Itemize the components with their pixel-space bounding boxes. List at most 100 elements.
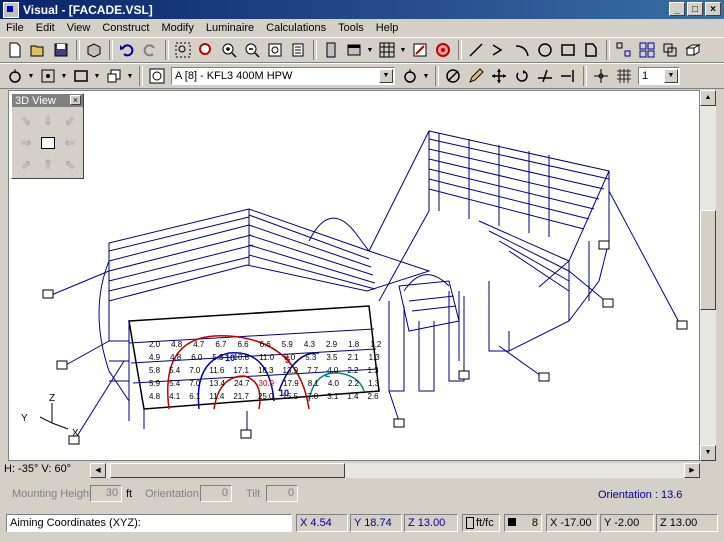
vertical-scrollbar[interactable]: ▲ ▼: [700, 90, 716, 461]
arrow-right-icon[interactable]: ⇒: [15, 132, 37, 154]
drawing-canvas[interactable]: 2.0 4.8 4.7 6.7 6.6 6.6 5.9 4.3 2.9 1.8 1.2 4.9 4.8…: [8, 90, 700, 461]
chevron-down-icon[interactable]: ▼: [399, 39, 407, 61]
pan-icon[interactable]: [287, 39, 309, 61]
menu-help[interactable]: Help: [370, 22, 405, 34]
units-field[interactable]: ft/fc: [462, 514, 500, 532]
chevron-down-icon[interactable]: ▼: [126, 65, 134, 87]
menu-file[interactable]: File: [0, 22, 30, 34]
menu-modify[interactable]: Modify: [155, 22, 199, 34]
snap-icon[interactable]: [590, 65, 612, 87]
calc-point-icon[interactable]: [37, 65, 59, 87]
open-folder-icon[interactable]: [27, 39, 49, 61]
save-icon[interactable]: [50, 39, 72, 61]
orientation-field[interactable]: 0: [200, 485, 232, 502]
chevron-down-icon[interactable]: ▼: [27, 65, 35, 87]
new-file-icon[interactable]: [4, 39, 26, 61]
no-aim-icon[interactable]: [442, 65, 464, 87]
mounting-bar: Mounting Height 30 ft Orientation 0 Tilt…: [0, 482, 724, 508]
elevation-view-icon[interactable]: [343, 39, 365, 61]
arrow-up-left-icon[interactable]: ⇘: [15, 110, 37, 132]
undo-icon[interactable]: [116, 39, 138, 61]
calc-value: 2.2: [347, 379, 360, 388]
scroll-right-button[interactable]: ▶: [684, 463, 700, 478]
facade-wireframe: [42, 130, 688, 445]
zoom-in-icon[interactable]: [218, 39, 240, 61]
object-icon[interactable]: [103, 65, 125, 87]
close-button[interactable]: ×: [705, 2, 721, 16]
render-icon[interactable]: [432, 39, 454, 61]
circle-icon[interactable]: [534, 39, 556, 61]
grid-icon[interactable]: [376, 39, 398, 61]
polyline-icon[interactable]: [488, 39, 510, 61]
chevron-down-icon[interactable]: ▼: [93, 65, 101, 87]
close-icon[interactable]: ×: [70, 95, 81, 105]
luminaire-select[interactable]: A [8] - KFL3 400M HPW ▼: [171, 67, 395, 85]
polygon-icon[interactable]: [580, 39, 602, 61]
extend-icon[interactable]: [557, 65, 579, 87]
layer-select[interactable]: 1 ▼: [638, 67, 680, 85]
zoom-window-icon[interactable]: [172, 39, 194, 61]
calc-value: 3.1: [327, 392, 339, 401]
move-icon[interactable]: [488, 65, 510, 87]
vertical-scroll-thumb[interactable]: [700, 210, 716, 310]
arrow-up-right-icon[interactable]: ⇗: [15, 154, 37, 176]
zoom-out-icon[interactable]: [241, 39, 263, 61]
trim-icon[interactable]: [534, 65, 556, 87]
minimize-button[interactable]: _: [669, 2, 685, 16]
line-icon[interactable]: [465, 39, 487, 61]
tilt-field[interactable]: 0: [266, 485, 298, 502]
calc-value: 1.3: [368, 379, 380, 388]
aim-luminaire-icon[interactable]: [399, 65, 421, 87]
arrow-down-icon[interactable]: ⇓: [37, 110, 59, 132]
extrude-icon[interactable]: [682, 39, 704, 61]
home-view-icon[interactable]: [37, 132, 59, 154]
rotate-icon[interactable]: [511, 65, 533, 87]
redo-icon[interactable]: [139, 39, 161, 61]
calc-grid-icon[interactable]: [409, 39, 431, 61]
chevron-down-icon[interactable]: ▼: [664, 69, 678, 83]
zoom-dynamic-icon[interactable]: [195, 39, 217, 61]
rectangle-icon[interactable]: [557, 39, 579, 61]
chevron-down-icon[interactable]: ▼: [379, 69, 393, 83]
luminaire-icon[interactable]: [4, 65, 26, 87]
plan-view-icon[interactable]: [320, 39, 342, 61]
chevron-down-icon[interactable]: ▼: [422, 65, 430, 87]
menu-luminaire[interactable]: Luminaire: [200, 22, 260, 34]
arrow-left-icon[interactable]: ⇐: [59, 132, 81, 154]
horizontal-scroll-thumb[interactable]: [110, 463, 345, 478]
calc-value: 10.8: [233, 353, 250, 362]
mounting-height-field[interactable]: 30: [90, 485, 122, 502]
zoom-extents-icon[interactable]: [264, 39, 286, 61]
calc-value: 4.8: [170, 353, 182, 362]
maximize-button[interactable]: □: [687, 2, 703, 16]
arrow-up-left-diag-icon[interactable]: ⇖: [59, 154, 81, 176]
menu-edit[interactable]: Edit: [30, 22, 61, 34]
luminaire-schedule-icon[interactable]: [146, 65, 168, 87]
chevron-down-icon[interactable]: ▼: [60, 65, 68, 87]
layer-field[interactable]: 8: [504, 514, 542, 532]
scroll-up-button[interactable]: ▲: [700, 90, 716, 106]
scroll-left-button[interactable]: ◀: [90, 463, 106, 478]
pattern-icon[interactable]: [636, 39, 658, 61]
array-icon[interactable]: [613, 39, 635, 61]
app-icon[interactable]: [3, 1, 19, 18]
calc-row: 2.0 4.8 4.7 6.7 6.6 6.6 5.9 4.3 2.9 1.8 1.2: [149, 338, 381, 351]
arrow-up-icon[interactable]: ⇑: [37, 154, 59, 176]
menu-view[interactable]: View: [61, 22, 97, 34]
command-prompt[interactable]: Aiming Coordinates (XYZ):: [6, 514, 292, 532]
menu-construct[interactable]: Construct: [96, 22, 155, 34]
arc-icon[interactable]: [511, 39, 533, 61]
menu-tools[interactable]: Tools: [332, 22, 370, 34]
layer-icon[interactable]: [613, 65, 635, 87]
3d-box-icon[interactable]: [83, 39, 105, 61]
scroll-down-button[interactable]: ▼: [700, 445, 716, 461]
horizontal-scrollbar[interactable]: ◀ ▶: [90, 463, 700, 478]
contour-label: 5: [285, 355, 291, 365]
arrow-down-left-icon[interactable]: ⇙: [59, 110, 81, 132]
calc-value: 4.7: [193, 340, 205, 349]
calc-zone-icon[interactable]: [70, 65, 92, 87]
chevron-down-icon[interactable]: ▼: [366, 39, 374, 61]
group-icon[interactable]: [659, 39, 681, 61]
menu-calculations[interactable]: Calculations: [260, 22, 332, 34]
edit-pencil-icon[interactable]: [465, 65, 487, 87]
